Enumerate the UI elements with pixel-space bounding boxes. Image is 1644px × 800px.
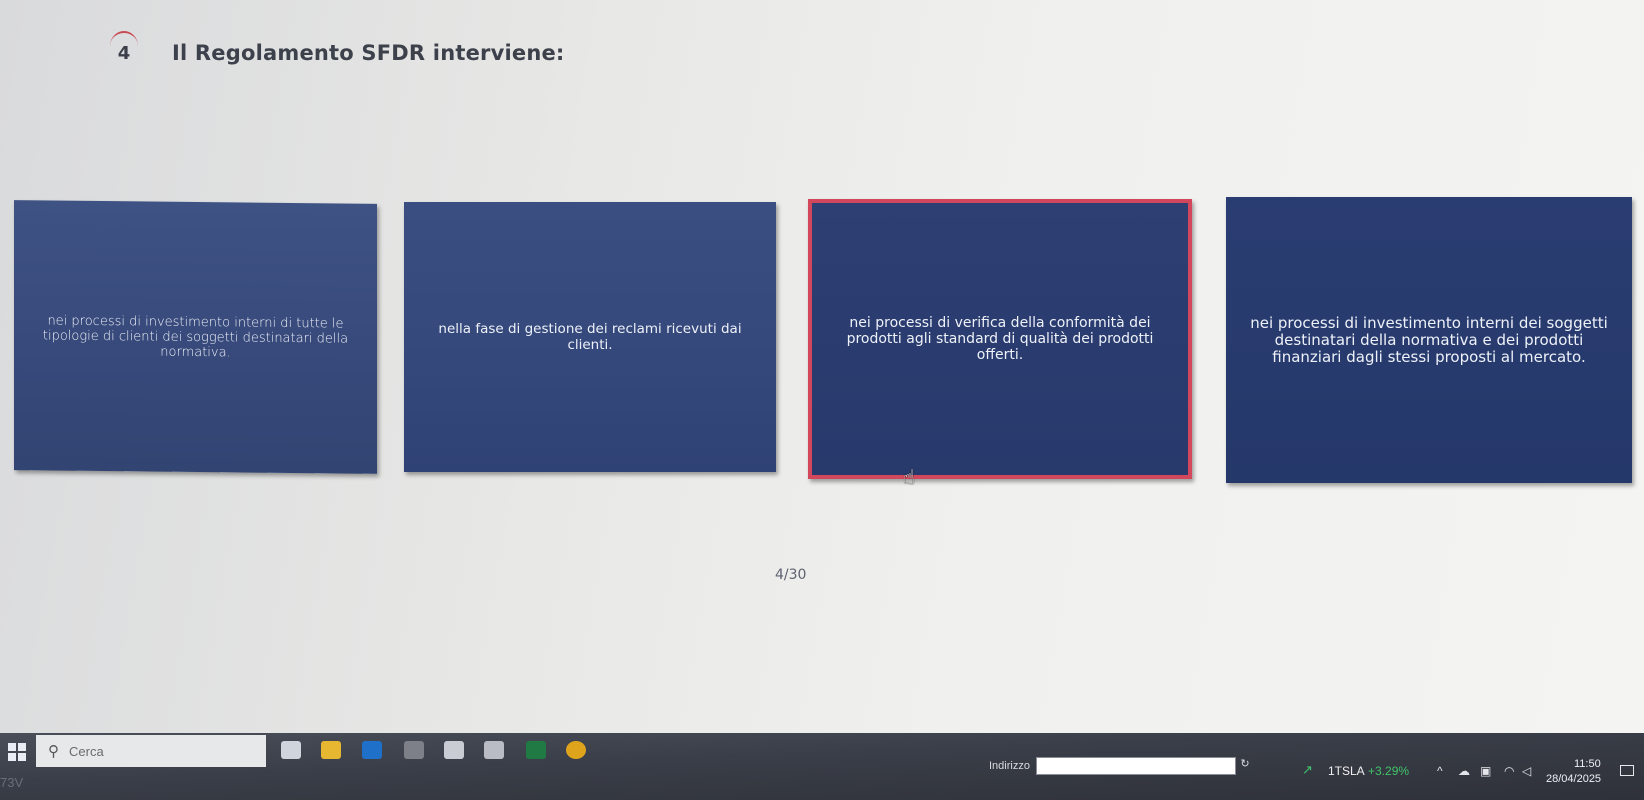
answer-option-1[interactable]: nei processi di investimento interni di … [14,200,377,474]
wifi-icon[interactable]: ◠ [1504,764,1514,778]
hand-pointer-cursor-icon: ☝ [903,465,916,489]
windows-taskbar: ⚲ Cerca 73V Indirizzo ↻ ↗ 1TSLA +3.29% ^… [0,733,1644,800]
notification-icon[interactable] [1620,765,1634,776]
clock-date[interactable]: 28/04/2025 [1546,773,1601,785]
answer-option-2[interactable]: nella fase di gestione dei reclami ricev… [404,202,776,472]
answer-option-label: nella fase di gestione dei reclami ricev… [438,321,742,353]
cloud-icon[interactable]: ☁ [1458,764,1470,778]
question-title: Il Regolamento SFDR interviene: [172,41,565,65]
answer-option-label: nei processi di investimento interni dei… [1250,313,1608,366]
stock-trend-up-icon: ↗ [1302,762,1313,777]
answer-option-4[interactable]: nei processi di investimento interni dei… [1226,197,1632,483]
question-progress: 4/30 [775,567,807,583]
chrome-icon[interactable] [566,741,586,759]
answer-option-3-selected[interactable]: nei processi di verifica della conformit… [808,199,1192,479]
calculator-icon[interactable] [404,741,424,759]
stock-ticker-change: +3.29% [1368,764,1410,778]
address-toolbar-input[interactable] [1036,757,1236,775]
windows-start-icon[interactable] [8,743,26,761]
chevron-up-icon[interactable]: ^ [1437,764,1443,778]
question-number: 4 [110,31,138,67]
display-icon[interactable]: ▣ [1480,764,1491,778]
volume-icon[interactable]: ◁ [1522,764,1531,778]
excel-icon[interactable] [526,741,546,759]
teams-icon[interactable] [444,741,464,759]
partial-window-text: 73V [0,775,24,790]
search-icon: ⚲ [48,743,59,760]
answer-option-label: nei processi di investimento interni di … [42,312,349,360]
stock-ticker-symbol[interactable]: 1TSLA [1328,764,1365,778]
address-toolbar-label: Indirizzo [989,760,1030,772]
taskbar-search-box[interactable]: ⚲ Cerca [36,735,266,767]
question-header: 4 Il Regolamento SFDR interviene: [110,31,565,68]
clock-time[interactable]: 11:50 [1574,758,1601,770]
printer-icon[interactable] [484,741,504,759]
file-explorer-icon[interactable] [321,741,341,759]
answer-option-label: nei processi di verifica della conformit… [846,315,1154,363]
task-view-icon[interactable] [281,741,301,759]
search-placeholder: Cerca [69,743,104,759]
refresh-icon[interactable]: ↻ [1236,757,1254,775]
outlook-icon[interactable] [362,741,382,759]
